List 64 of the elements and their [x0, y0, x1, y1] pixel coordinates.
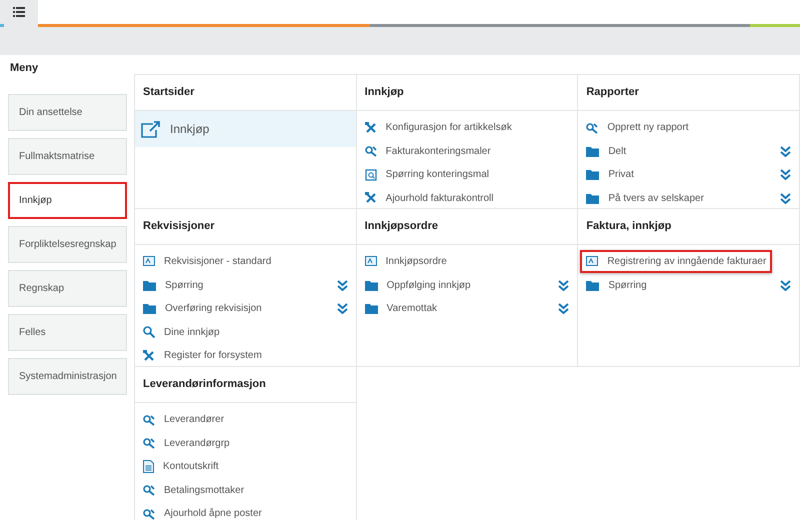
expand-chevron-icon[interactable]: [780, 280, 791, 291]
section-title: Rapporter: [586, 85, 639, 100]
folder-icon: [143, 280, 156, 291]
menu-link[interactable]: Innkjøpsordre: [386, 254, 447, 270]
menu-tab[interactable]: [0, 0, 38, 24]
menu-link[interactable]: Register for forsystem: [164, 348, 262, 364]
sidebar-item[interactable]: Din ansettelse: [8, 94, 127, 131]
sidebar-item[interactable]: Systemadministrasjon: [8, 358, 127, 395]
expand-chevron-icon[interactable]: [780, 192, 791, 204]
form-icon: [364, 256, 377, 268]
folder-icon: [586, 192, 600, 204]
sidebar-item[interactable]: Felles: [8, 314, 127, 351]
sidebar-item[interactable]: Regnskap: [8, 270, 127, 307]
expand-chevron-icon[interactable]: [780, 169, 791, 180]
menu-link[interactable]: Rekvisisjoner - standard: [164, 254, 272, 270]
expand-chevron-icon[interactable]: [780, 146, 791, 157]
section-title: Innkjøpsordre: [364, 219, 438, 234]
menu-link[interactable]: Leverandører: [164, 412, 224, 428]
section-title: Faktura, innkjøp: [586, 219, 672, 234]
external-link-icon: [141, 120, 161, 138]
expand-chevron-icon[interactable]: [558, 280, 570, 291]
expand-chevron-icon[interactable]: [336, 280, 348, 291]
folder-icon: [586, 280, 600, 291]
folder-icon: [586, 146, 600, 157]
menu-link[interactable]: Opprett ny rapport: [607, 120, 688, 136]
menu-link[interactable]: Dine innkjøp: [164, 324, 220, 340]
search-document-icon: [364, 168, 377, 181]
menu-link[interactable]: På tvers av selskaper: [608, 190, 704, 206]
section-title: Leverandørinformasjon: [143, 377, 266, 392]
menu-link[interactable]: Konfigurasjon for artikkelsøk: [386, 120, 512, 136]
sidebar-item[interactable]: Fullmaktsmatrise: [8, 138, 127, 175]
section-title: Startsider: [143, 85, 194, 100]
section-title: Innkjøp: [364, 85, 404, 100]
menu-link[interactable]: Registrering av inngående fakturaer: [607, 254, 766, 270]
menu-link[interactable]: Spørring: [608, 278, 647, 293]
folder-icon: [143, 303, 156, 314]
menu-link[interactable]: Betalingsmottaker: [164, 482, 244, 498]
menu-link[interactable]: Oppfølging innkjøp: [386, 278, 471, 293]
menu-link[interactable]: Innkjøp: [170, 120, 210, 138]
menu-link[interactable]: Spørring: [165, 278, 204, 293]
list-icon: [13, 7, 25, 17]
folder-icon: [364, 303, 378, 314]
sidebar-item[interactable]: Forpliktelsesregnskap: [8, 226, 127, 263]
menu-link[interactable]: Varemottak: [386, 301, 438, 316]
menu-link[interactable]: Delt: [608, 144, 626, 159]
menu-link[interactable]: Spørring konteringsmal: [386, 167, 490, 182]
folder-icon: [364, 280, 378, 291]
folder-icon: [586, 169, 600, 180]
expand-chevron-icon[interactable]: [558, 303, 570, 314]
menu-link[interactable]: Overføring rekvisisjon: [165, 301, 262, 316]
sidebar-item[interactable]: Innkjøp: [8, 182, 127, 219]
search-icon: [143, 326, 155, 338]
menu-link[interactable]: Ajourhold åpne poster: [164, 506, 262, 520]
form-icon: [143, 256, 155, 268]
section-title: Rekvisisjoner: [143, 219, 215, 234]
menu-link[interactable]: Ajourhold fakturakontroll: [386, 190, 494, 206]
menu-title: Meny: [9, 61, 38, 76]
menu-link[interactable]: Leverandørgrp: [164, 436, 230, 451]
document-icon: [143, 460, 154, 474]
menu-link[interactable]: Privat: [608, 167, 634, 182]
expand-chevron-icon[interactable]: [336, 303, 348, 314]
menu-link[interactable]: Fakturakonteringsmaler: [386, 144, 491, 159]
menu-link[interactable]: Kontoutskrift: [163, 459, 219, 474]
form-icon: [586, 256, 598, 268]
